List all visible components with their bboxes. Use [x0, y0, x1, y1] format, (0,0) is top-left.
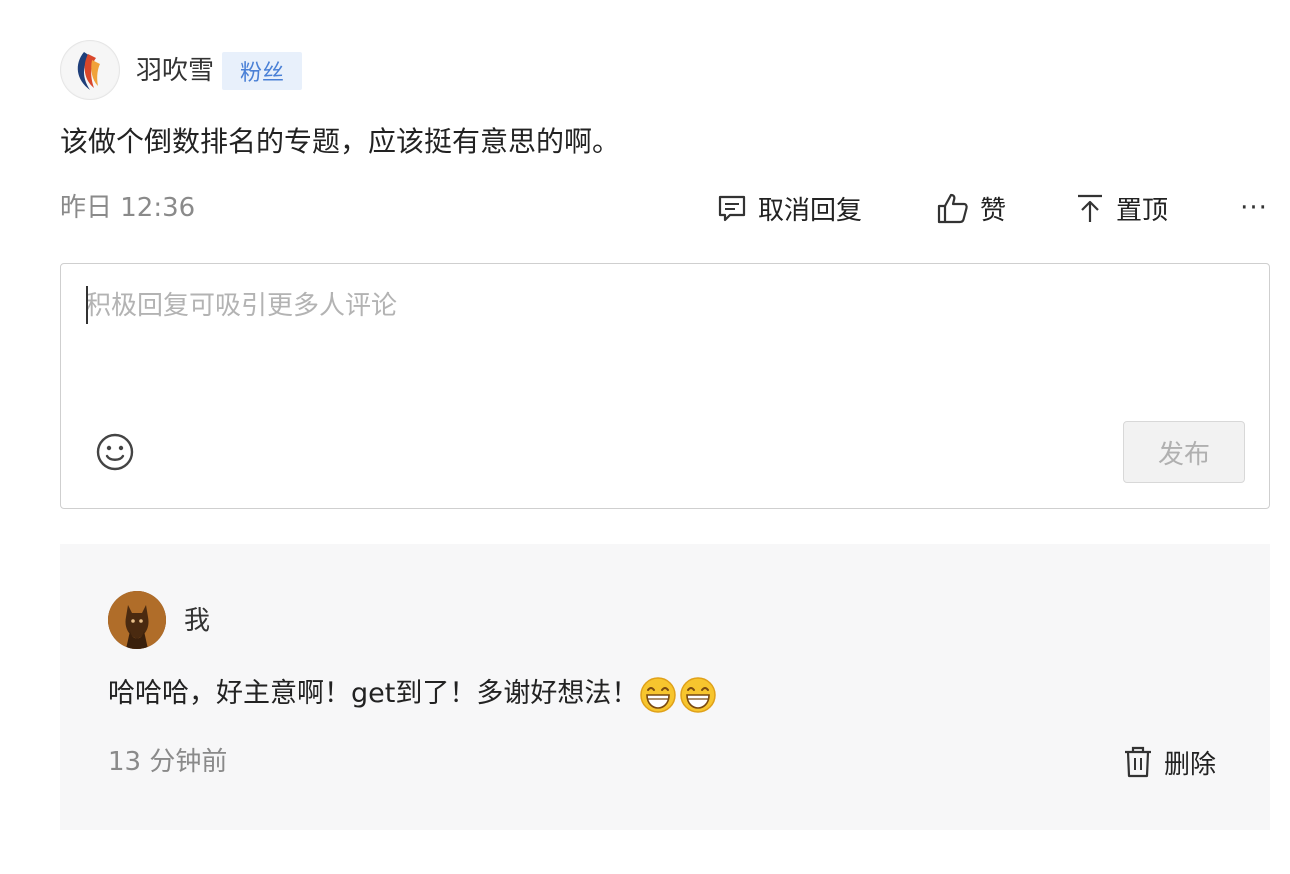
avatar-logo-icon	[62, 42, 118, 98]
reply-editor: 发布	[60, 263, 1270, 509]
reply-input[interactable]	[85, 286, 1185, 326]
comment-username[interactable]: 羽吹雪	[136, 54, 214, 88]
thumbs-up-icon	[937, 193, 968, 224]
reply-text-content: 哈哈哈，好主意啊！get到了！多谢好想法！	[108, 678, 639, 709]
avatar[interactable]	[60, 40, 120, 100]
reply-username[interactable]: 我	[184, 604, 210, 638]
publish-button[interactable]: 发布	[1123, 421, 1245, 483]
like-label: 赞	[980, 195, 1007, 226]
delete-button[interactable]: 删除	[1122, 744, 1216, 780]
reply-time: 13 分钟前	[108, 747, 228, 777]
pin-top-button[interactable]: 置顶	[1074, 190, 1168, 226]
avatar[interactable]	[108, 591, 166, 649]
grin-emoji-icon	[680, 677, 717, 713]
text-caret	[86, 286, 88, 324]
like-button[interactable]: 赞	[936, 190, 1006, 226]
delete-label: 删除	[1164, 749, 1217, 780]
pin-top-icon	[1078, 194, 1102, 222]
more-icon: ···	[1240, 193, 1268, 223]
comment-icon	[718, 195, 746, 222]
smiley-icon	[96, 433, 134, 471]
trash-icon	[1125, 746, 1151, 778]
comment-text: 该做个倒数排名的专题，应该挺有意思的啊。	[60, 125, 621, 158]
fan-badge: 粉丝	[222, 52, 302, 90]
pin-top-label: 置顶	[1116, 195, 1169, 226]
comment-time: 昨日 12:36	[60, 193, 196, 223]
grin-emoji-icon	[640, 677, 677, 713]
emoji-picker-button[interactable]	[95, 432, 135, 472]
reply-text: 哈哈哈，好主意啊！get到了！多谢好想法！	[108, 674, 718, 714]
avatar-photo-icon	[108, 591, 166, 649]
more-options-button[interactable]: ···	[1236, 190, 1272, 226]
cancel-reply-button[interactable]: 取消回复	[716, 190, 862, 226]
cancel-reply-label: 取消回复	[758, 195, 863, 226]
